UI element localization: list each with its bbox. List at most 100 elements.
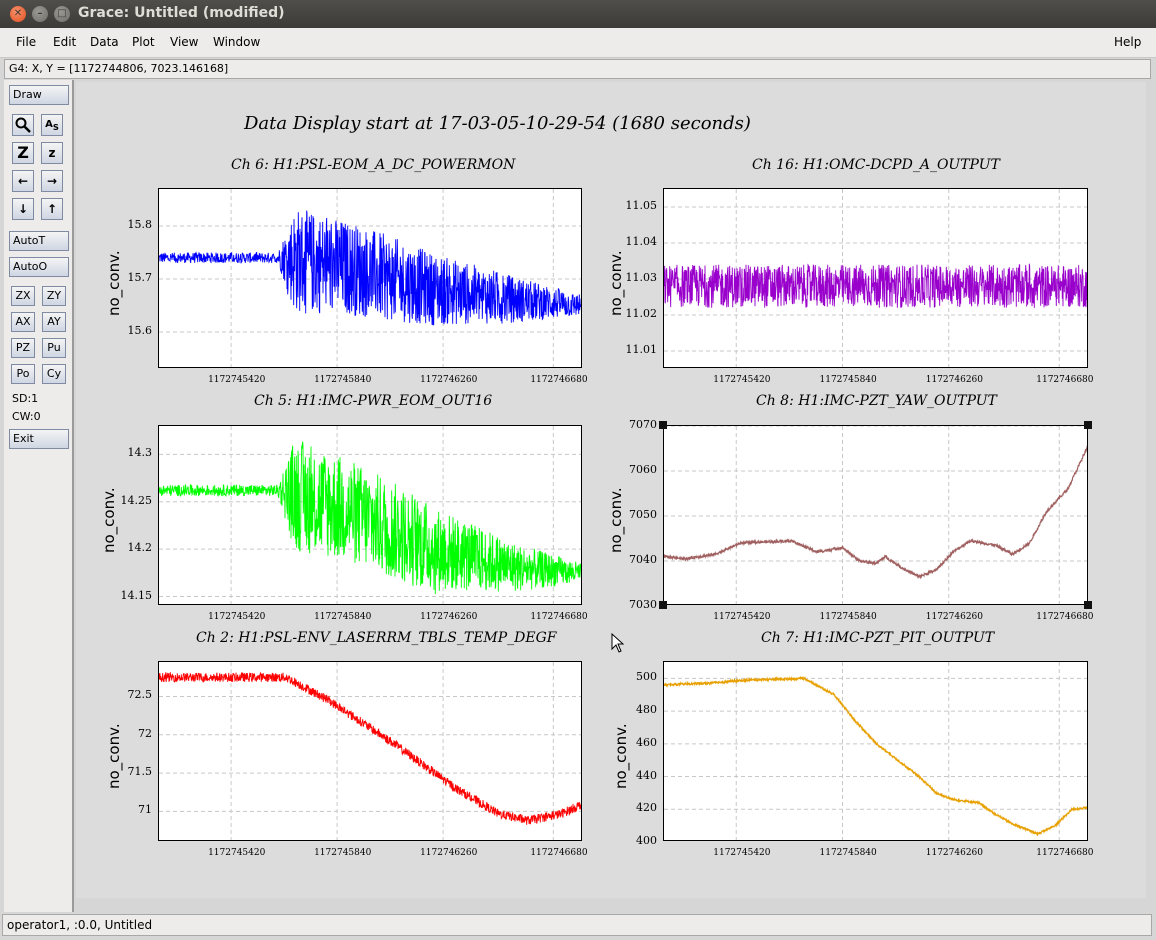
plot-title: Ch 5: H1:IMC-PWR_EOM_OUT16: [254, 393, 493, 409]
y-tick-label: 71: [138, 803, 152, 817]
y-tick-label: 440: [636, 768, 657, 782]
plot-area: [664, 426, 1087, 604]
series-line: [159, 671, 581, 825]
pz-button[interactable]: PZ: [11, 338, 35, 358]
y-tick-label: 72.5: [127, 688, 153, 702]
y-tick-label: 15.7: [127, 271, 153, 284]
series-line: [159, 441, 581, 595]
x-tick-label: 1172746680: [530, 612, 588, 622]
x-tick-label: 1172746260: [420, 612, 478, 622]
x-tick-label: 1172745840: [819, 848, 877, 858]
minimize-icon[interactable]: –: [32, 6, 48, 22]
title-bar: ✕ – □ Grace: Untitled (modified): [0, 0, 1156, 28]
plot-area: [159, 662, 581, 840]
ax-button[interactable]: AX: [11, 312, 35, 332]
x-tick-label: 1172746680: [530, 848, 588, 858]
zy-button[interactable]: ZY: [42, 286, 66, 306]
zoom-icon[interactable]: [12, 114, 34, 136]
draw-button[interactable]: Draw: [9, 85, 69, 105]
y-tick-label: 420: [636, 801, 657, 815]
tool-panel: Draw AS Z z ← → ↓ ↑ AutoT AutoO ZX ZY AX…: [4, 80, 74, 912]
page-title: Data Display start at 17-03-05-10-29-54 …: [244, 113, 751, 134]
x-tick-label: 1172746680: [1036, 848, 1094, 858]
x-tick-label: 1172746260: [420, 375, 478, 385]
y-tick-label: 15.6: [127, 323, 153, 337]
x-tick-label: 1172745840: [314, 848, 372, 858]
locator-readout: G4: X, Y = [1172744806, 7023.146168]: [4, 59, 1151, 79]
x-tick-label: 1172746260: [925, 612, 984, 622]
menu-plot[interactable]: Plot: [132, 35, 155, 49]
menu-view[interactable]: View: [170, 35, 198, 49]
close-icon[interactable]: ✕: [10, 6, 26, 22]
y-tick-label: 11.02: [625, 307, 658, 320]
up-arrow-icon[interactable]: ↑: [41, 198, 63, 220]
series-line: [664, 445, 1087, 580]
menu-edit[interactable]: Edit: [53, 35, 76, 49]
ay-button[interactable]: AY: [42, 312, 66, 332]
stack-depth-label: SD:1: [12, 392, 39, 405]
left-arrow-icon[interactable]: ←: [12, 170, 34, 192]
x-tick-label: 1172745420: [208, 375, 266, 385]
plot-frame[interactable]: [158, 425, 582, 605]
text-icon[interactable]: AS: [41, 114, 63, 136]
menu-file[interactable]: File: [16, 35, 36, 49]
y-tick-label: 11.04: [625, 235, 658, 248]
autoo-button[interactable]: AutoO: [9, 257, 69, 277]
po-button[interactable]: Po: [11, 364, 35, 384]
autot-button[interactable]: AutoT: [9, 231, 69, 251]
plot-title: Ch 6: H1:PSL-EOM_A_DC_POWERMON: [231, 157, 516, 173]
plot-frame[interactable]: [663, 425, 1088, 605]
mouse-cursor-icon: [611, 632, 625, 656]
down-arrow-icon[interactable]: ↓: [12, 198, 34, 220]
y-tick-label: 7040: [629, 553, 657, 566]
menu-help[interactable]: Help: [1114, 35, 1141, 49]
plot-title: Ch 16: H1:OMC-DCPD_A_OUTPUT: [752, 157, 1000, 173]
maximize-icon[interactable]: □: [54, 6, 70, 22]
x-tick-label: 1172746680: [1036, 375, 1094, 385]
exit-button[interactable]: Exit: [9, 429, 69, 449]
plot-title: Ch 2: H1:PSL-ENV_LASERRM_TBLS_TEMP_DEGF: [196, 630, 557, 646]
x-tick-label: 1172746680: [1036, 612, 1094, 622]
y-tick-label: 7050: [629, 508, 657, 521]
x-tick-label: 1172745420: [713, 848, 771, 858]
plot-frame[interactable]: [158, 188, 582, 368]
y-tick-label: 14.2: [127, 541, 153, 555]
y-tick-label: 400: [636, 834, 657, 847]
zoom-out-icon[interactable]: z: [41, 142, 63, 164]
zx-button[interactable]: ZX: [11, 286, 35, 306]
y-tick-label: 480: [636, 703, 657, 717]
x-tick-label: 1172746680: [530, 375, 588, 385]
autoscale-icon[interactable]: Z: [12, 142, 34, 164]
plot-area: [664, 662, 1087, 840]
x-tick-label: 1172745420: [713, 612, 771, 622]
y-tick-label: 11.05: [625, 199, 658, 212]
y-tick-label: 14.3: [127, 446, 153, 460]
plot-frame[interactable]: [663, 188, 1088, 368]
menu-window[interactable]: Window: [213, 35, 260, 49]
cy-button[interactable]: Cy: [42, 364, 66, 384]
selection-handle[interactable]: [1084, 421, 1092, 429]
x-tick-label: 1172746260: [925, 375, 984, 385]
selection-handle[interactable]: [659, 421, 667, 429]
y-tick-label: 14.15: [120, 588, 153, 602]
y-tick-label: 11.03: [625, 271, 658, 284]
menu-data[interactable]: Data: [90, 35, 119, 49]
plot-frame[interactable]: [663, 661, 1088, 841]
plot-area: [159, 426, 581, 604]
plot-area: [159, 189, 581, 367]
x-tick-label: 1172745420: [208, 612, 266, 622]
plot-frame[interactable]: [158, 661, 582, 841]
y-tick-label: 460: [636, 735, 657, 749]
x-tick-label: 1172746260: [925, 848, 984, 858]
pu-button[interactable]: Pu: [42, 338, 66, 358]
y-tick-label: 7070: [629, 418, 657, 431]
y-tick-label: 500: [636, 670, 657, 684]
y-tick-label: 72: [138, 726, 152, 740]
x-tick-label: 1172745420: [713, 375, 771, 385]
menu-bar: File Edit Data Plot View Window Help: [0, 28, 1156, 58]
selection-handle[interactable]: [659, 601, 667, 609]
current-world-label: CW:0: [12, 410, 41, 423]
selection-handle[interactable]: [1084, 601, 1092, 609]
y-tick-label: 7060: [629, 463, 657, 476]
right-arrow-icon[interactable]: →: [41, 170, 63, 192]
